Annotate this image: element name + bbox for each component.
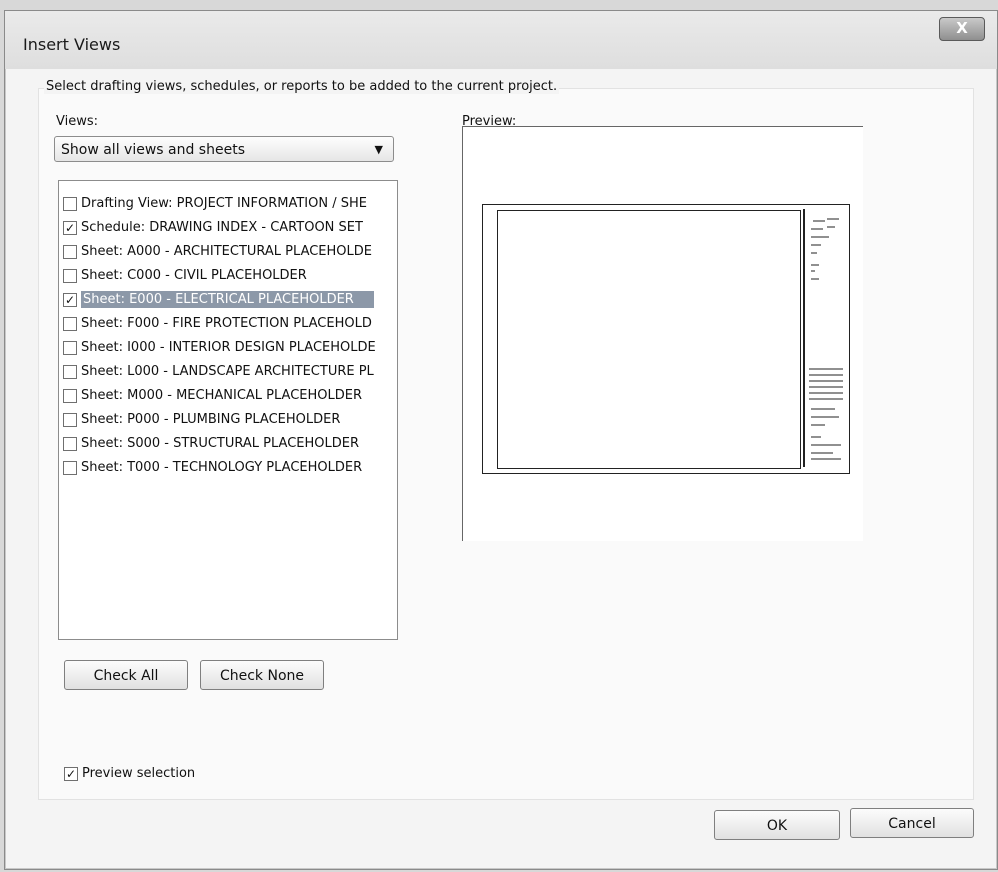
list-item[interactable]: Sheet: C000 - CIVIL PLACEHOLDER bbox=[63, 265, 395, 287]
instruction-text: Select drafting views, schedules, or rep… bbox=[44, 79, 560, 94]
sheet-title-block bbox=[803, 209, 845, 467]
checkbox[interactable] bbox=[63, 317, 77, 331]
checkbox[interactable] bbox=[63, 365, 77, 379]
list-item-label: Sheet: A000 - ARCHITECTURAL PLACEHOLDE bbox=[81, 244, 372, 259]
list-item-label: Schedule: DRAWING INDEX - CARTOON SET bbox=[81, 220, 363, 235]
checkbox[interactable] bbox=[63, 269, 77, 283]
views-filter-value: Show all views and sheets bbox=[61, 142, 245, 158]
preview-selection-label: Preview selection bbox=[82, 766, 196, 781]
list-item-label: Drafting View: PROJECT INFORMATION / SHE bbox=[81, 196, 367, 211]
list-item-label: Sheet: T000 - TECHNOLOGY PLACEHOLDER bbox=[81, 460, 363, 475]
checkbox[interactable] bbox=[63, 389, 77, 403]
list-item[interactable]: ✓ Schedule: DRAWING INDEX - CARTOON SET bbox=[63, 217, 395, 239]
list-item-label: Sheet: F000 - FIRE PROTECTION PLACEHOLD bbox=[81, 316, 372, 331]
list-item-selected[interactable]: ✓ Sheet: E000 - ELECTRICAL PLACEHOLDER bbox=[63, 289, 395, 311]
preview-selection-checkbox[interactable]: ✓ bbox=[64, 766, 78, 781]
sheet-drawing-area bbox=[497, 210, 801, 469]
list-item[interactable]: Sheet: I000 - INTERIOR DESIGN PLACEHOLDE bbox=[63, 337, 395, 359]
cancel-button[interactable]: Cancel bbox=[850, 808, 974, 838]
list-item[interactable]: Sheet: L000 - LANDSCAPE ARCHITECTURE PL bbox=[63, 361, 395, 383]
list-item[interactable]: Sheet: P000 - PLUMBING PLACEHOLDER bbox=[63, 409, 395, 431]
check-all-button[interactable]: Check All bbox=[64, 660, 188, 690]
views-list[interactable]: Drafting View: PROJECT INFORMATION / SHE… bbox=[58, 180, 398, 640]
list-item-label: Sheet: I000 - INTERIOR DESIGN PLACEHOLDE bbox=[81, 340, 376, 355]
list-item-label: Sheet: L000 - LANDSCAPE ARCHITECTURE PL bbox=[81, 364, 374, 379]
list-item[interactable]: Sheet: F000 - FIRE PROTECTION PLACEHOLD bbox=[63, 313, 395, 335]
list-item-label: Sheet: M000 - MECHANICAL PLACEHOLDER bbox=[81, 388, 363, 403]
list-item[interactable]: Drafting View: PROJECT INFORMATION / SHE bbox=[63, 193, 395, 215]
list-item-label: Sheet: P000 - PLUMBING PLACEHOLDER bbox=[81, 412, 341, 427]
title-bar: Insert Views X bbox=[5, 11, 997, 69]
check-none-button[interactable]: Check None bbox=[200, 660, 324, 690]
checkbox[interactable] bbox=[63, 461, 77, 475]
list-item[interactable]: Sheet: T000 - TECHNOLOGY PLACEHOLDER bbox=[63, 457, 395, 479]
list-item[interactable]: Sheet: S000 - STRUCTURAL PLACEHOLDER bbox=[63, 433, 395, 455]
checkbox[interactable]: ✓ bbox=[63, 293, 77, 307]
checkbox[interactable] bbox=[63, 341, 77, 355]
checkbox[interactable] bbox=[63, 197, 77, 211]
views-filter-dropdown[interactable]: Show all views and sheets ▼ bbox=[54, 136, 394, 162]
sheet-preview-thumbnail bbox=[482, 204, 850, 474]
checkbox[interactable] bbox=[63, 245, 77, 259]
preview-selection-option[interactable]: ✓ Preview selection bbox=[64, 766, 195, 781]
list-item[interactable]: Sheet: M000 - MECHANICAL PLACEHOLDER bbox=[63, 385, 395, 407]
list-item-label: Sheet: C000 - CIVIL PLACEHOLDER bbox=[81, 268, 307, 283]
checkbox[interactable]: ✓ bbox=[63, 221, 77, 235]
chevron-down-icon: ▼ bbox=[374, 143, 383, 156]
title-block-graphic bbox=[809, 218, 843, 460]
list-item-label: Sheet: S000 - STRUCTURAL PLACEHOLDER bbox=[81, 436, 360, 451]
dialog-title: Insert Views bbox=[23, 35, 121, 54]
list-item[interactable]: Sheet: A000 - ARCHITECTURAL PLACEHOLDE bbox=[63, 241, 395, 263]
ok-button[interactable]: OK bbox=[714, 810, 840, 840]
views-label: Views: bbox=[56, 114, 99, 129]
list-item-label: Sheet: E000 - ELECTRICAL PLACEHOLDER bbox=[81, 291, 374, 308]
checkbox[interactable] bbox=[63, 437, 77, 451]
checkbox[interactable] bbox=[63, 413, 77, 427]
close-button[interactable]: X bbox=[939, 17, 985, 41]
